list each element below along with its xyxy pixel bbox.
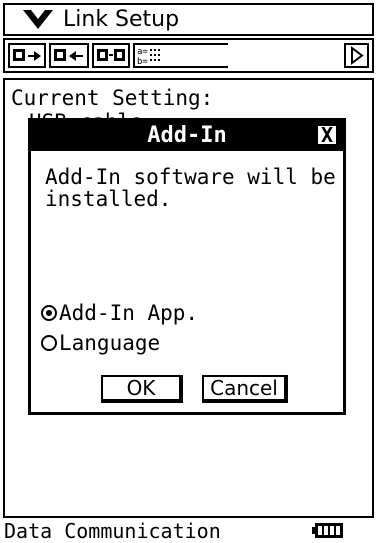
dialog-title: Add-In <box>147 123 227 148</box>
scroll-right-icon <box>351 46 364 65</box>
radio-label-language: Language <box>59 331 161 355</box>
alpha-grid-icon: a= b= <box>137 47 160 66</box>
link-button[interactable] <box>92 43 130 68</box>
toolbar-scroll-button[interactable] <box>344 43 369 68</box>
radio-add-in-app[interactable]: Add-In App. <box>41 301 198 325</box>
radio-label-add-in-app: Add-In App. <box>59 301 199 325</box>
status-bar: Data Communication <box>0 519 379 543</box>
dialog-title-bar: Add-In X <box>31 121 343 151</box>
toolbar: a= b= <box>3 38 374 73</box>
radio-selected-icon[interactable] <box>41 305 57 321</box>
app-title: Link Setup <box>63 7 180 32</box>
svg-text:b=: b= <box>137 57 148 66</box>
radio-language[interactable]: Language <box>41 331 160 355</box>
close-button[interactable]: X <box>317 123 337 147</box>
receive-button[interactable] <box>49 43 89 68</box>
send-icon <box>13 49 41 61</box>
alpha-grid-button[interactable]: a= b= <box>133 43 228 68</box>
svg-text:a=: a= <box>137 47 148 57</box>
cancel-button[interactable]: Cancel <box>202 375 288 403</box>
dialog-message-line1: Add-In software will be <box>45 165 336 189</box>
link-icon <box>97 49 125 61</box>
chevron-down-icon[interactable] <box>23 10 53 30</box>
ok-button[interactable]: OK <box>101 375 183 403</box>
current-setting-label: Current Setting: <box>11 86 214 110</box>
title-bar: Link Setup <box>3 3 374 36</box>
status-text: Data Communication <box>4 519 221 543</box>
add-in-dialog: Add-In X Add-In software will be install… <box>28 118 346 415</box>
send-button[interactable] <box>8 43 46 68</box>
receive-icon <box>54 49 83 61</box>
close-icon: X <box>320 123 334 147</box>
battery-icon <box>312 523 343 538</box>
dialog-message-line2: installed. <box>45 187 172 211</box>
radio-unselected-icon[interactable] <box>41 335 57 351</box>
